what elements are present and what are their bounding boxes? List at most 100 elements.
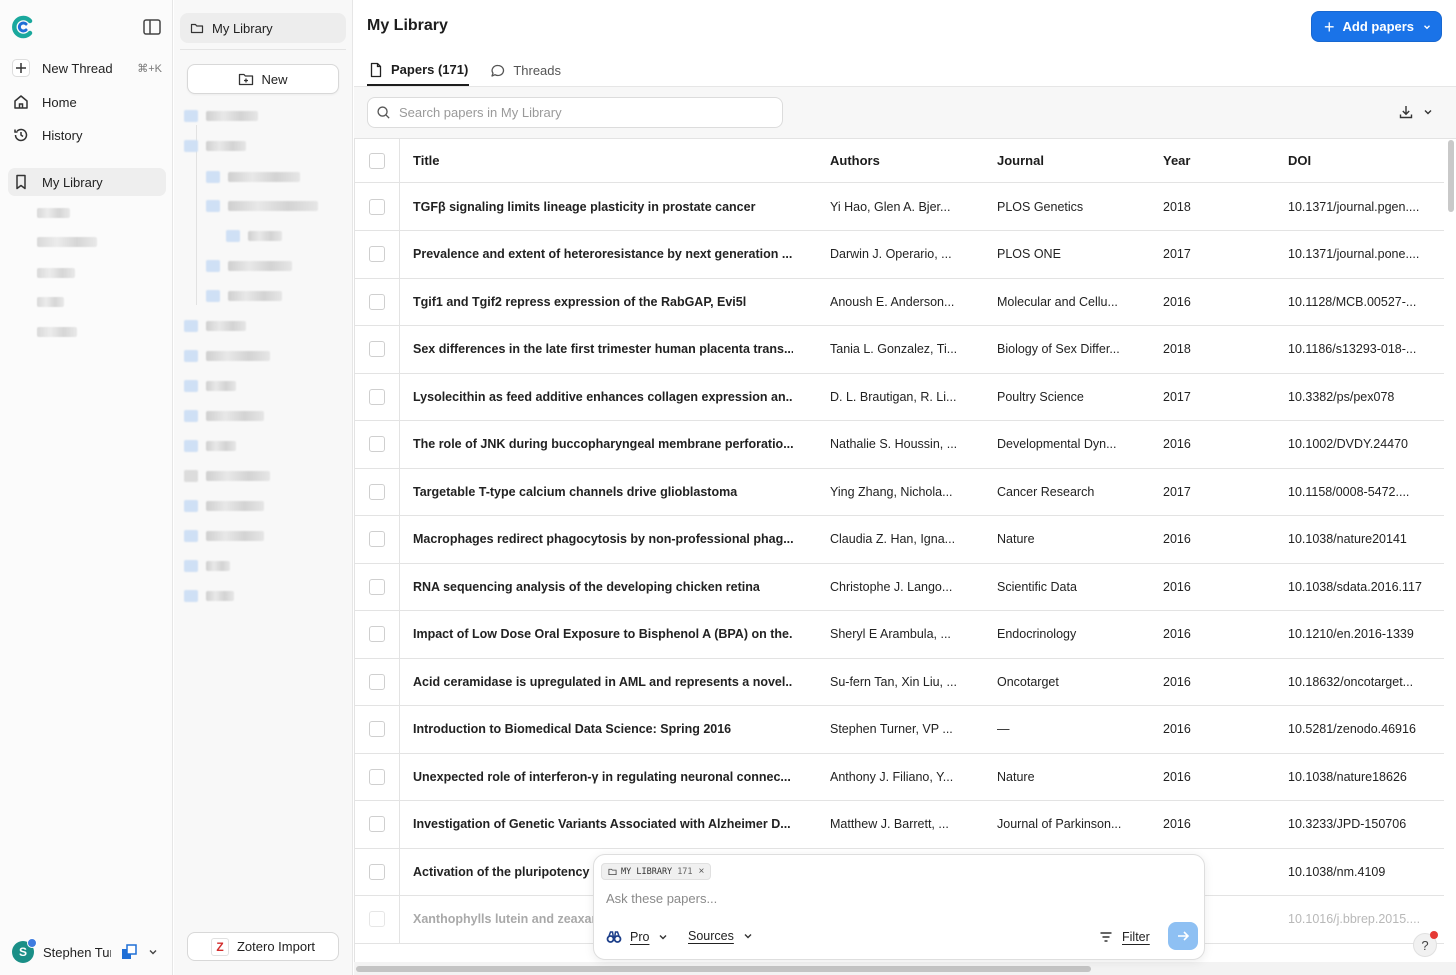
row-select-cell: [354, 278, 400, 325]
search-input[interactable]: [399, 105, 779, 120]
tree-item[interactable]: [184, 590, 234, 602]
column-header-authors[interactable]: Authors: [830, 153, 958, 168]
sources-selector[interactable]: Sources: [688, 929, 754, 943]
tree-item[interactable]: [184, 320, 246, 332]
filter-button[interactable]: Filter: [1098, 929, 1150, 945]
export-menu[interactable]: [1398, 104, 1434, 120]
table-row[interactable]: RNA sequencing analysis of the developin…: [354, 563, 1444, 611]
table-row[interactable]: Tgif1 and Tgif2 repress expression of th…: [354, 278, 1444, 326]
tree-item[interactable]: [206, 290, 282, 302]
vertical-scrollbar[interactable]: [1448, 140, 1454, 212]
filter-label: Filter: [1122, 930, 1150, 944]
user-name: Stephen Turner: [43, 944, 111, 960]
folder-icon: [184, 380, 198, 392]
sidebar-toggle-icon[interactable]: [142, 17, 162, 37]
folder-icon: [184, 470, 198, 482]
row-checkbox[interactable]: [368, 768, 385, 785]
row-checkbox[interactable]: [368, 578, 385, 595]
table-row[interactable]: TGFβ signaling limits lineage plasticity…: [354, 183, 1444, 231]
table-row[interactable]: Macrophages redirect phagocytosis by non…: [354, 515, 1444, 564]
column-header-year[interactable]: Year: [1163, 153, 1213, 168]
app-logo-icon[interactable]: [10, 14, 36, 40]
paper-year-cell: 2016: [1163, 769, 1191, 784]
tree-item[interactable]: [184, 530, 264, 542]
tree-item[interactable]: [184, 140, 246, 152]
tab-papers[interactable]: Papers (171): [367, 55, 470, 86]
column-header-doi[interactable]: DOI: [1288, 153, 1428, 168]
chevron-down-icon: [1424, 24, 1431, 29]
paper-year-cell: 2016: [1163, 674, 1191, 689]
row-checkbox[interactable]: [368, 388, 385, 405]
row-checkbox[interactable]: [368, 341, 385, 357]
paper-year-cell: 2016: [1163, 294, 1191, 309]
tree-item[interactable]: [184, 560, 230, 572]
paper-doi-cell: 10.1038/sdata.2016.117: [1288, 579, 1422, 594]
ask-input[interactable]: [606, 891, 1166, 906]
tab-threads[interactable]: Threads: [489, 55, 562, 86]
row-checkbox[interactable]: [368, 293, 385, 310]
tree-item[interactable]: [184, 350, 270, 362]
tree-item[interactable]: [184, 470, 270, 482]
tree-item[interactable]: [206, 200, 318, 212]
column-header-title[interactable]: Title: [413, 153, 793, 168]
row-checkbox[interactable]: [368, 626, 385, 642]
tree-item[interactable]: [206, 260, 292, 272]
tree-item[interactable]: [206, 171, 300, 183]
select-all-cell: [354, 139, 400, 182]
user-menu[interactable]: S Stephen Turner: [12, 938, 162, 966]
row-checkbox[interactable]: [368, 436, 385, 452]
send-button[interactable]: [1168, 922, 1198, 950]
row-checkbox[interactable]: [368, 816, 385, 832]
sidebar-item-my-library[interactable]: My Library: [8, 168, 166, 196]
table-row[interactable]: Introduction to Biomedical Data Science:…: [354, 705, 1444, 754]
add-papers-button[interactable]: + Add papers: [1311, 11, 1442, 42]
row-checkbox[interactable]: [368, 673, 385, 690]
row-checkbox[interactable]: [368, 483, 385, 500]
select-all-checkbox[interactable]: [368, 152, 385, 169]
sidebar-item-history[interactable]: History: [8, 121, 166, 149]
divider: [180, 49, 346, 50]
table-row[interactable]: Targetable T-type calcium channels drive…: [354, 468, 1444, 516]
row-checkbox[interactable]: [368, 721, 385, 737]
tree-item[interactable]: [184, 440, 236, 452]
folder-icon: [184, 530, 198, 542]
help-button[interactable]: ?: [1413, 931, 1438, 957]
library-header[interactable]: My Library: [180, 13, 346, 43]
search-box[interactable]: [367, 97, 783, 128]
tree-item[interactable]: [184, 410, 264, 422]
horizontal-scrollbar[interactable]: [356, 966, 1091, 972]
table-row[interactable]: The role of JNK during buccopharyngeal m…: [354, 420, 1444, 469]
folder-icon: [608, 868, 617, 876]
tree-item[interactable]: [184, 500, 264, 512]
close-icon[interactable]: ×: [699, 866, 705, 877]
row-checkbox[interactable]: [368, 246, 385, 262]
scope-chip[interactable]: MY LIBRARY 171 ×: [601, 863, 712, 880]
row-checkbox[interactable]: [368, 911, 385, 927]
table-row[interactable]: Impact of Low Dose Oral Exposure to Bisp…: [354, 610, 1444, 659]
history-icon: [14, 128, 28, 142]
new-thread-button[interactable]: New Thread ⌘+K: [8, 54, 166, 82]
sidebar-item-home[interactable]: Home: [8, 88, 166, 116]
paper-authors-cell: Darwin J. Operario, ...: [830, 247, 952, 261]
zotero-import-button[interactable]: Z Zotero Import: [187, 932, 339, 961]
redacted-item: [37, 268, 75, 278]
table-row[interactable]: Lysolecithin as feed additive enhances c…: [354, 373, 1444, 421]
chat-bubble-icon: [491, 64, 505, 77]
table-row[interactable]: Sex differences in the late first trimes…: [354, 325, 1444, 374]
row-checkbox[interactable]: [368, 531, 385, 547]
tree-item[interactable]: [184, 110, 258, 122]
new-folder-button[interactable]: New: [187, 64, 339, 94]
table-row[interactable]: Acid ceramidase is upregulated in AML an…: [354, 658, 1444, 706]
table-row[interactable]: Unexpected role of interferon-γ in regul…: [354, 753, 1444, 801]
column-header-journal[interactable]: Journal: [997, 153, 1125, 168]
paper-authors-cell: Sheryl E Arambula, ...: [830, 627, 951, 641]
tree-item[interactable]: [226, 230, 282, 242]
paper-year-cell: 2016: [1163, 437, 1191, 451]
mode-selector[interactable]: Pro: [606, 929, 669, 945]
paper-doi-cell: 10.1038/nature20141: [1288, 532, 1407, 546]
tree-item[interactable]: [184, 380, 236, 392]
row-checkbox[interactable]: [368, 863, 385, 880]
table-row[interactable]: Investigation of Genetic Variants Associ…: [354, 800, 1444, 849]
table-row[interactable]: Prevalence and extent of heteroresistanc…: [354, 230, 1444, 279]
row-checkbox[interactable]: [368, 198, 385, 215]
